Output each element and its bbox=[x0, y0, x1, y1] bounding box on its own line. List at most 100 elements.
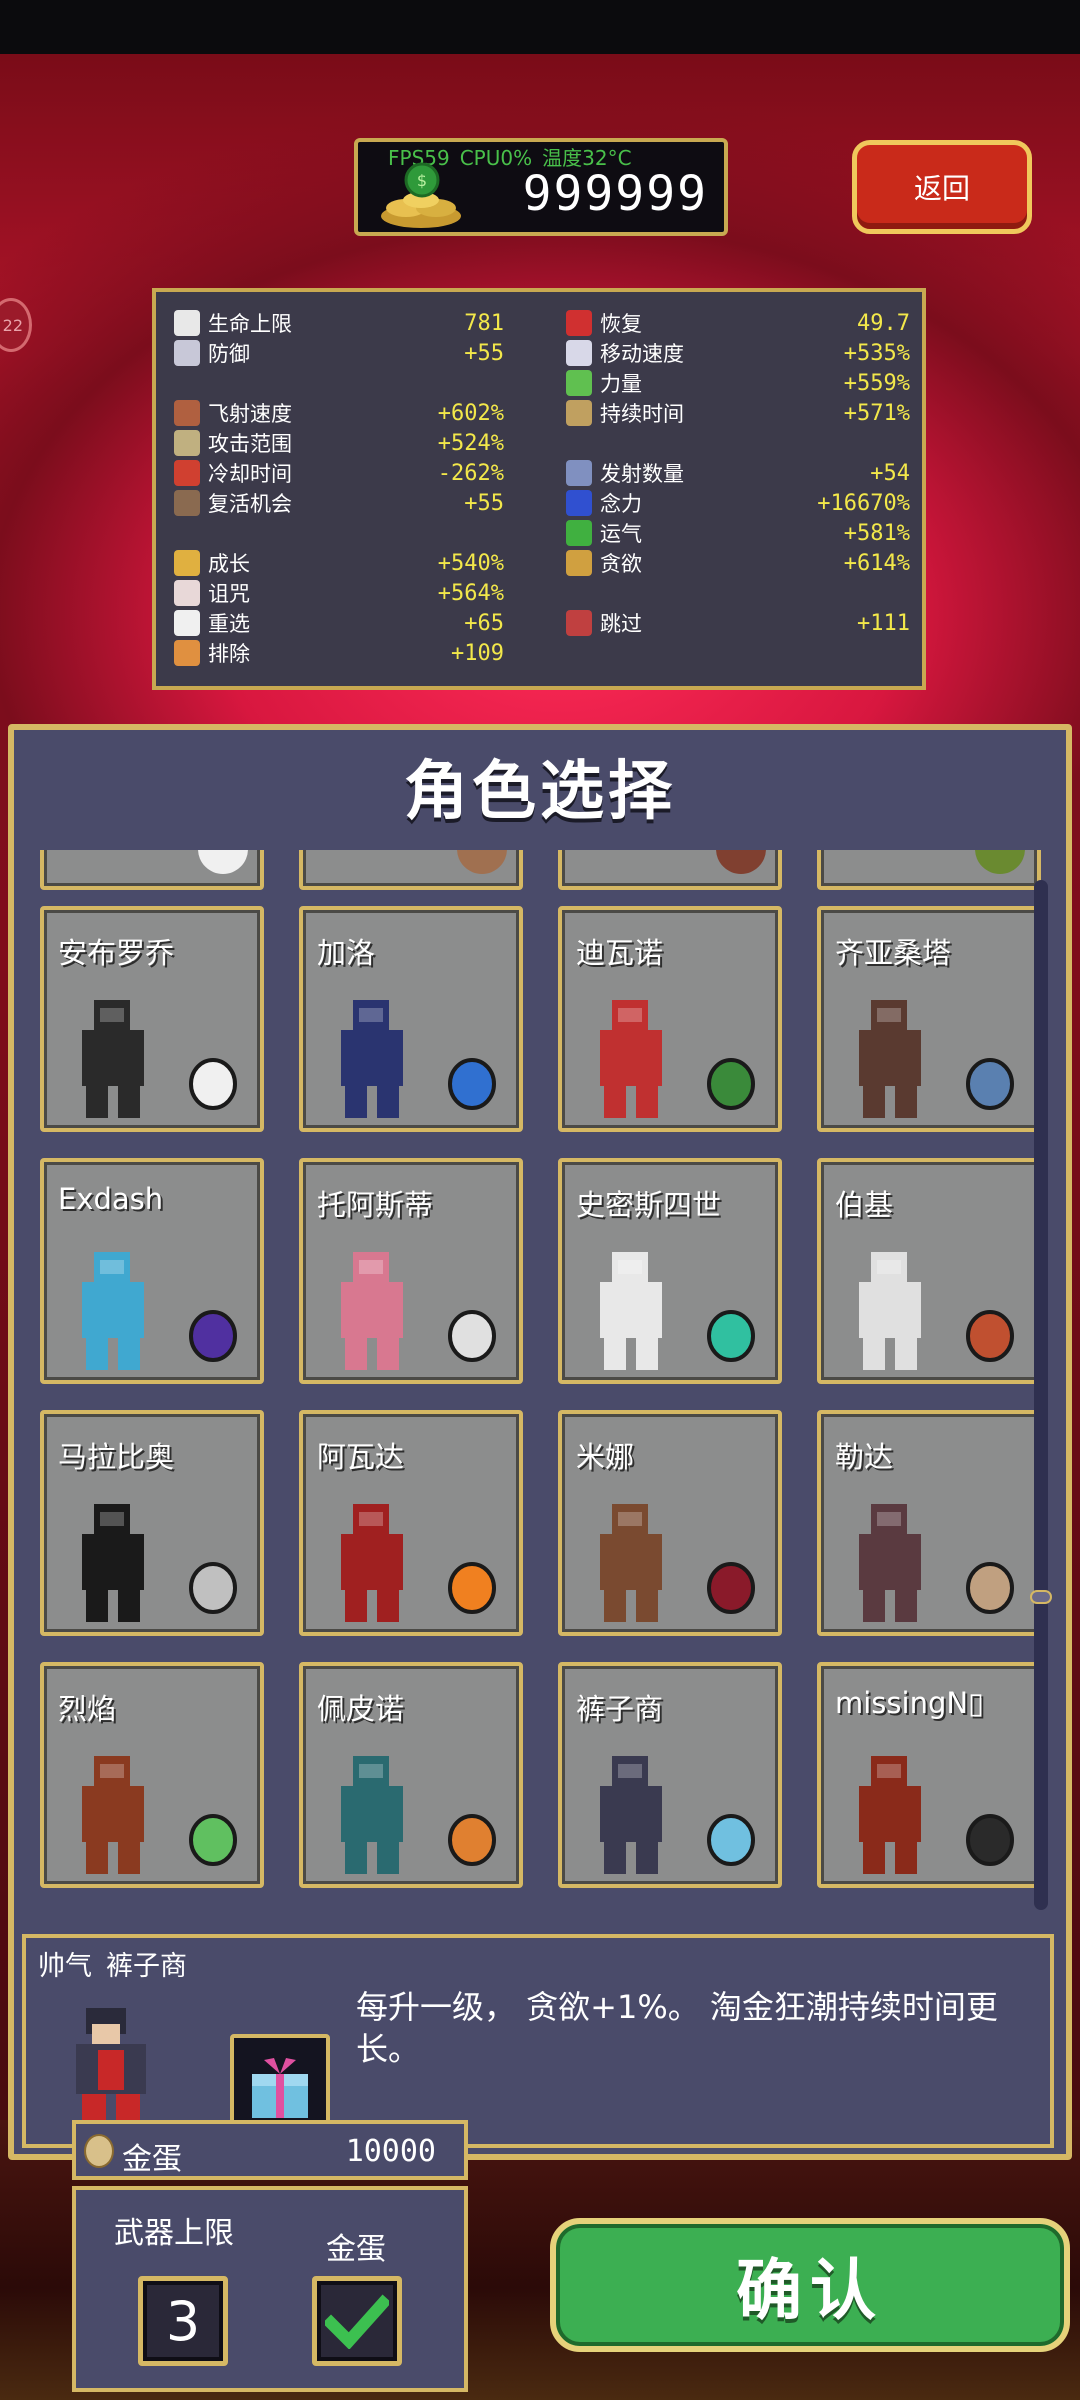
character-name: 安布罗乔 bbox=[58, 936, 175, 970]
whip-icon bbox=[707, 1562, 755, 1614]
gold-egg-checkbox[interactable] bbox=[312, 2276, 402, 2366]
character-sprite bbox=[82, 1756, 144, 1874]
gold-egg-bar: 金蛋 10000 bbox=[72, 2120, 468, 2180]
stat-value: -262% bbox=[437, 460, 504, 486]
stat-label: 复活机会 bbox=[208, 492, 292, 516]
character-card[interactable]: 马拉比奥 bbox=[40, 1410, 264, 1636]
growth-crown-icon bbox=[174, 550, 200, 576]
stat-value: +564% bbox=[437, 580, 504, 606]
character-description: 帅气 裤子商 每升一级， 贪欲+1%。 淘金狂潮持续时间更长。 bbox=[22, 1934, 1054, 2148]
stat-row: 成长 +540% bbox=[174, 548, 504, 578]
stat-label: 移动速度 bbox=[600, 342, 684, 366]
character-card[interactable]: 勒达 bbox=[817, 1410, 1041, 1636]
description-text: 每升一级， 贪欲+1%。 淘金狂潮持续时间更长。 bbox=[356, 1988, 998, 2068]
stat-label: 发射数量 bbox=[600, 462, 684, 486]
stat-row: 念力 +16670% bbox=[566, 488, 910, 518]
character-card[interactable]: 安布罗乔 bbox=[40, 906, 264, 1132]
stat-value: +54 bbox=[870, 460, 910, 486]
flower-icon bbox=[966, 1310, 1014, 1362]
knives-icon bbox=[189, 1562, 237, 1614]
stat-label: 生命上限 bbox=[208, 312, 292, 336]
character-card[interactable]: 迪瓦诺 bbox=[558, 906, 782, 1132]
character-card[interactable]: 齐亚桑塔 bbox=[817, 906, 1041, 1132]
character-name: 伯基 bbox=[835, 1188, 894, 1222]
character-card[interactable] bbox=[40, 850, 264, 890]
character-card[interactable]: 佩皮诺 bbox=[299, 1662, 523, 1888]
character-name: 加洛 bbox=[317, 936, 376, 970]
character-name: 裤子商 bbox=[576, 1692, 664, 1726]
stat-row: 持续时间 +571% bbox=[566, 398, 910, 428]
stat-label: 贪欲 bbox=[600, 552, 642, 576]
gold-egg-icon bbox=[84, 2134, 114, 2168]
leaf-icon bbox=[707, 1058, 755, 1110]
gold-egg-option-label: 金蛋 bbox=[326, 2232, 386, 2267]
stat-label: 力量 bbox=[600, 372, 642, 396]
stat-value: +524% bbox=[437, 430, 504, 456]
character-card[interactable]: 米娜 bbox=[558, 1410, 782, 1636]
stat-value: 49.7 bbox=[857, 310, 910, 336]
character-sprite bbox=[859, 1252, 921, 1370]
stat-row: 生命上限 781 bbox=[174, 308, 504, 338]
character-card[interactable] bbox=[299, 850, 523, 890]
character-card[interactable]: 伯基 bbox=[817, 1158, 1041, 1384]
character-card[interactable]: 史密斯四世 bbox=[558, 1158, 782, 1384]
character-sprite bbox=[82, 1252, 144, 1370]
svg-text:$: $ bbox=[417, 171, 427, 190]
character-sprite bbox=[82, 1000, 144, 1118]
status-bar bbox=[0, 0, 1080, 54]
stats-panel: 生命上限 781 防御 +55 飞射速度 +602% 攻击范围 +524% 冷却时间 -262% 复… bbox=[152, 288, 926, 690]
character-name: Exdash bbox=[58, 1182, 164, 1216]
bird-icon bbox=[707, 1310, 755, 1362]
character-card[interactable]: 托阿斯蒂 bbox=[299, 1158, 523, 1384]
character-sprite bbox=[600, 1504, 662, 1622]
gold-egg-count: 10000 bbox=[345, 2134, 436, 2169]
stat-label: 防御 bbox=[208, 342, 250, 366]
panel-title: 角色选择 bbox=[404, 755, 676, 829]
character-name: 齐亚桑塔 bbox=[835, 936, 952, 970]
stat-label: 运气 bbox=[600, 522, 642, 546]
weapon-icon bbox=[457, 850, 507, 874]
character-card[interactable] bbox=[817, 850, 1041, 890]
banish-hand-icon bbox=[174, 640, 200, 666]
stat-row: 冷却时间 -262% bbox=[174, 458, 504, 488]
area-icon bbox=[174, 430, 200, 456]
character-name: 马拉比奥 bbox=[58, 1440, 175, 1474]
description-name: 裤子商 bbox=[106, 1951, 187, 1982]
character-card[interactable]: 裤子商 bbox=[558, 1662, 782, 1888]
character-card[interactable]: 烈焰 bbox=[40, 1662, 264, 1888]
character-sprite bbox=[859, 1756, 921, 1874]
character-card[interactable]: 加洛 bbox=[299, 906, 523, 1132]
ring-icon bbox=[966, 1058, 1014, 1110]
weapon-icon bbox=[198, 850, 248, 874]
scrollbar-thumb[interactable] bbox=[1030, 1590, 1052, 1604]
character-sprite bbox=[341, 1252, 403, 1370]
stat-row: 发射数量 +54 bbox=[566, 458, 910, 488]
stat-row: 跳过 +111 bbox=[566, 608, 910, 638]
stat-row: 诅咒 +564% bbox=[174, 578, 504, 608]
character-sprite bbox=[341, 1504, 403, 1622]
stat-label: 跳过 bbox=[600, 612, 642, 636]
ornament-icon bbox=[448, 1814, 496, 1866]
bird-icon bbox=[189, 1310, 237, 1362]
character-card[interactable]: Exdash bbox=[40, 1158, 264, 1384]
stat-row: 防御 +55 bbox=[174, 338, 504, 368]
stat-label: 诅咒 bbox=[208, 582, 250, 606]
character-grid: 安布罗乔 加洛 迪瓦诺 齐亚桑塔 Exdash 托阿斯蒂 史密斯四世 伯基马拉比奥 阿瓦达 米娜 勒… bbox=[30, 850, 1050, 1930]
stat-row: 移动速度 +535% bbox=[566, 338, 910, 368]
weapon-limit-selector[interactable]: 3 bbox=[138, 2276, 228, 2366]
back-button[interactable]: 返回 bbox=[852, 140, 1032, 234]
character-sprite bbox=[859, 1504, 921, 1622]
stat-row: 贪欲 +614% bbox=[566, 548, 910, 578]
character-sprite bbox=[341, 1756, 403, 1874]
weapon-icon bbox=[975, 850, 1025, 874]
grid-scrollbar[interactable] bbox=[1030, 880, 1052, 1910]
character-card[interactable]: missingN▯ bbox=[817, 1662, 1041, 1888]
weapon-icon bbox=[716, 850, 766, 874]
character-card[interactable]: 阿瓦达 bbox=[299, 1410, 523, 1636]
stat-label: 念力 bbox=[600, 492, 642, 516]
stat-value: +111 bbox=[857, 610, 910, 636]
speed-gauntlet-icon bbox=[174, 400, 200, 426]
blob-icon bbox=[966, 1562, 1014, 1614]
character-card[interactable] bbox=[558, 850, 782, 890]
confirm-button[interactable]: 确认 bbox=[550, 2218, 1070, 2352]
